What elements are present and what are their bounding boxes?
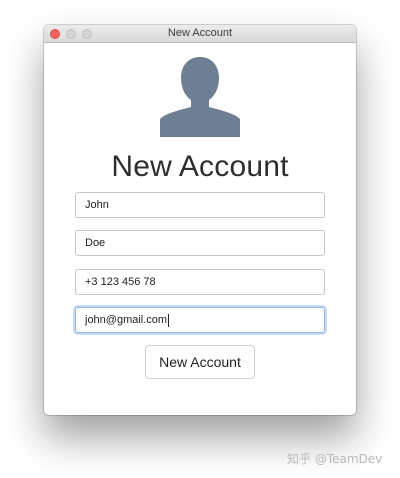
phone-value: +3 123 456 78 bbox=[85, 276, 156, 288]
phone-field[interactable]: +3 123 456 78 bbox=[75, 269, 325, 295]
email-field[interactable]: john@gmail.com bbox=[75, 307, 325, 333]
window-title: New Account bbox=[167, 27, 233, 39]
app-window: New Account New Account John Doe +3 123 … bbox=[44, 25, 356, 415]
page-title: New Account bbox=[111, 150, 289, 183]
first-name-value: John bbox=[85, 199, 109, 211]
watermark: 知乎 @TeamDev bbox=[287, 452, 383, 466]
text-cursor bbox=[168, 313, 170, 327]
title-bar[interactable]: New Account bbox=[44, 25, 356, 43]
last-name-field[interactable]: Doe bbox=[75, 230, 325, 256]
last-name-value: Doe bbox=[85, 237, 106, 249]
new-account-button[interactable]: New Account bbox=[145, 345, 255, 379]
email-value: john@gmail.com bbox=[85, 314, 168, 326]
user-silhouette-icon bbox=[160, 57, 240, 137]
first-name-field[interactable]: John bbox=[75, 192, 325, 218]
